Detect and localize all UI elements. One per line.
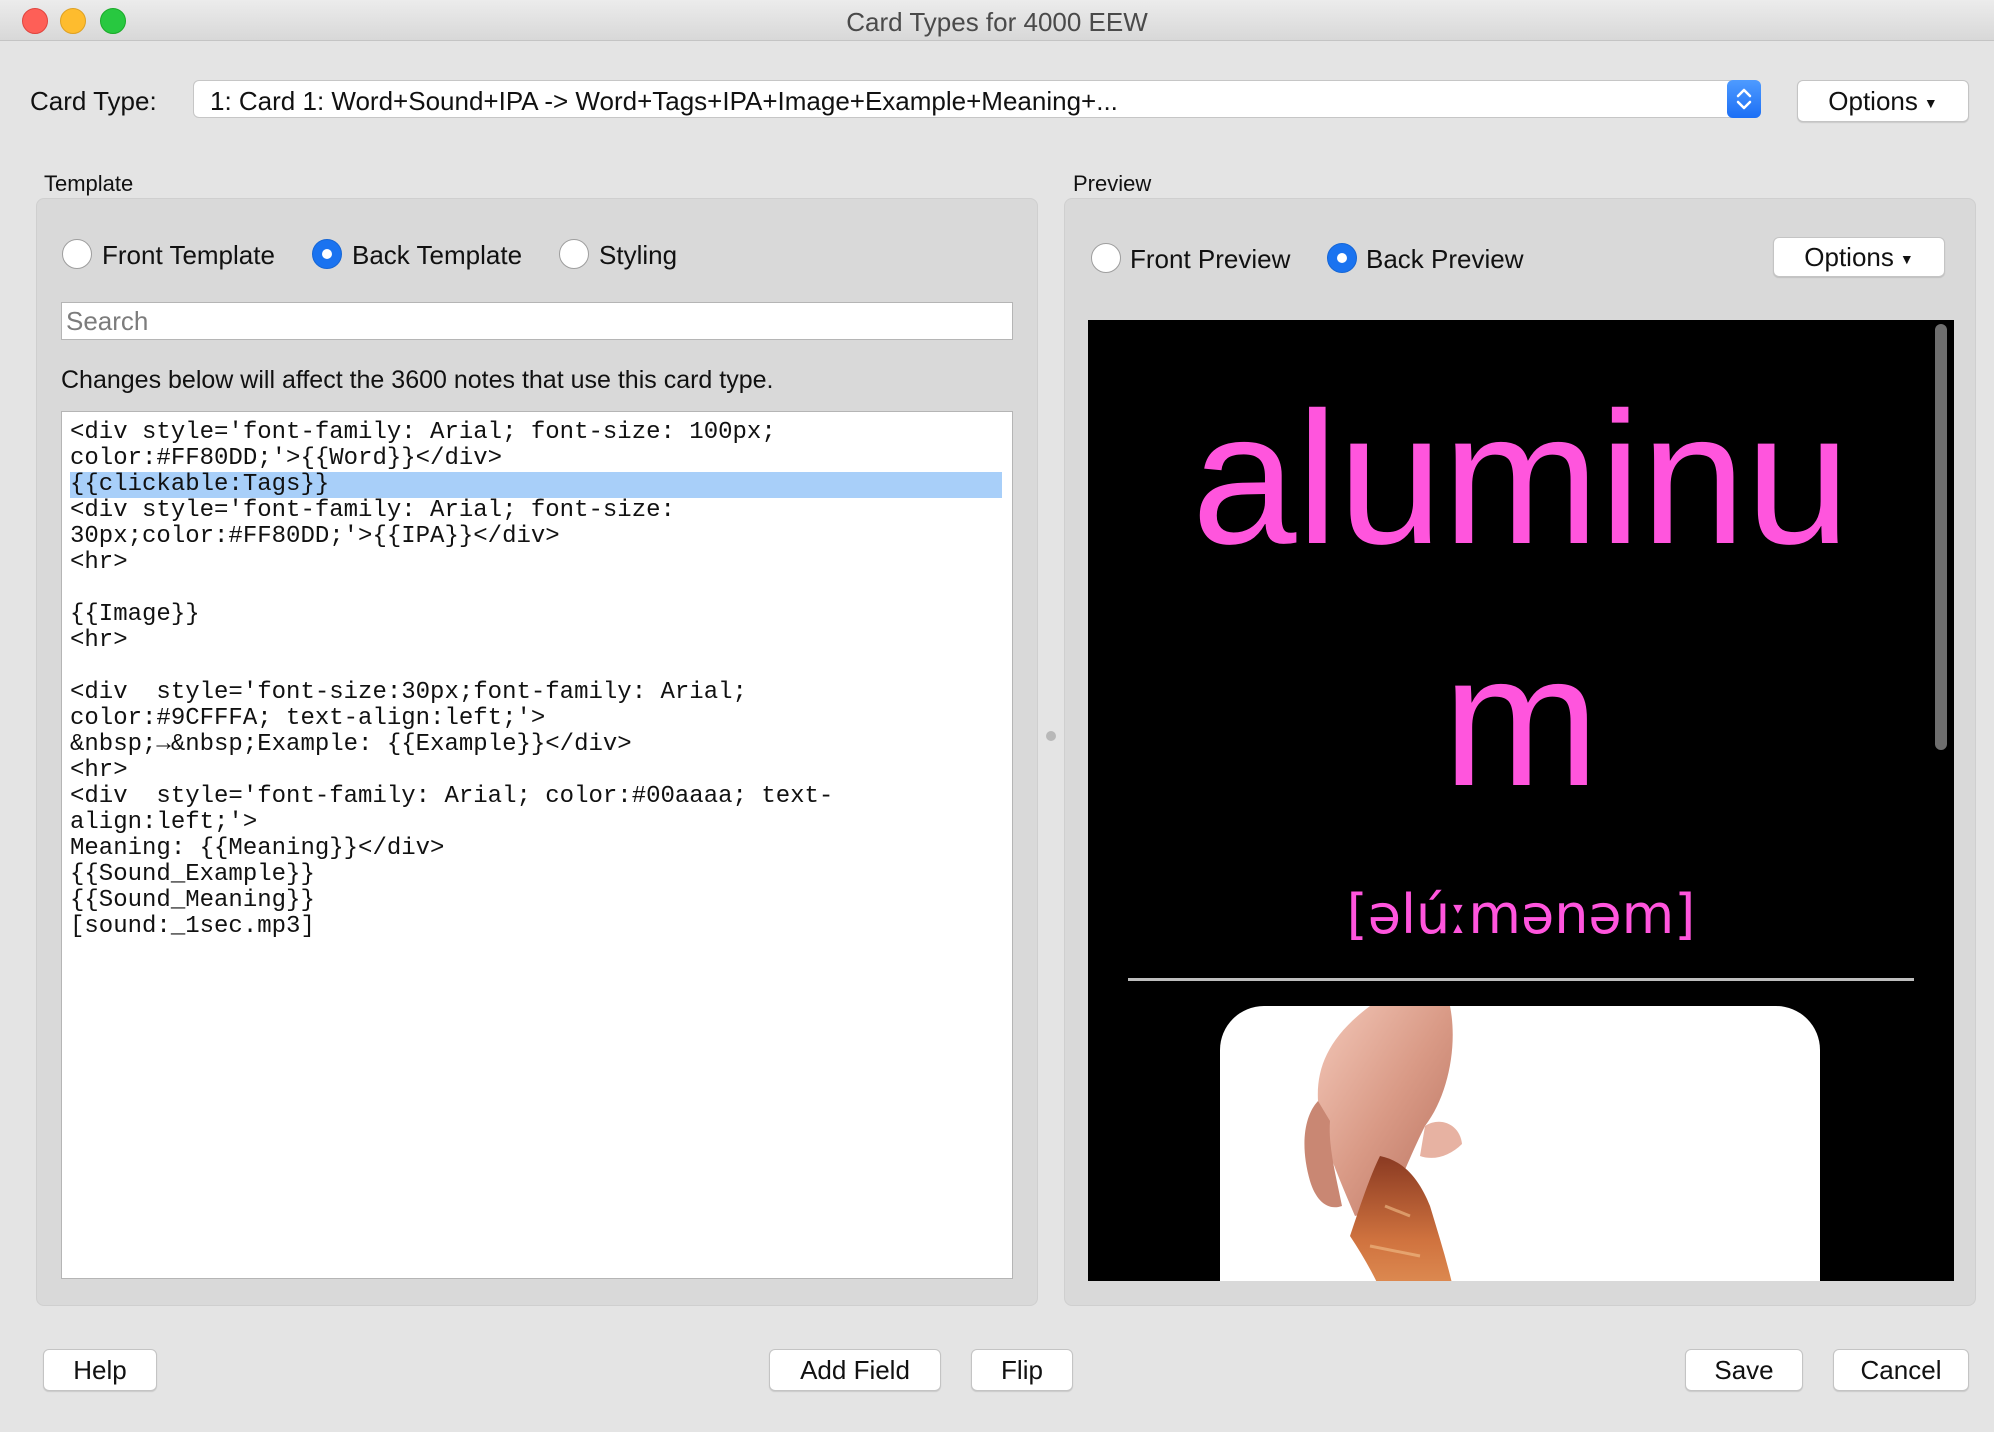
front-template-label[interactable]: Front Template bbox=[102, 240, 275, 271]
back-preview-radio[interactable] bbox=[1327, 243, 1357, 273]
card-preview[interactable]: aluminu m [əlúːmənəm] bbox=[1088, 320, 1954, 1281]
styling-radio[interactable] bbox=[559, 239, 589, 269]
back-template-radio[interactable] bbox=[312, 239, 342, 269]
back-template-label[interactable]: Back Template bbox=[352, 240, 522, 271]
flip-button[interactable]: Flip bbox=[971, 1349, 1073, 1391]
window-title: Card Types for 4000 EEW bbox=[846, 7, 1148, 37]
cancel-button[interactable]: Cancel bbox=[1833, 1349, 1969, 1391]
preview-image bbox=[1220, 1006, 1820, 1281]
card-types-window: Card Types for 4000 EEW Card Type: 1: Ca… bbox=[0, 0, 1994, 1432]
dropdown-caret-icon: ▼ bbox=[1899, 251, 1914, 268]
styling-label[interactable]: Styling bbox=[599, 240, 677, 271]
code-before: <div style='font-family: Arial; font-siz… bbox=[70, 419, 776, 472]
title-bar: Card Types for 4000 EEW bbox=[0, 0, 1994, 41]
options-label: Options bbox=[1804, 242, 1894, 272]
card-type-label: Card Type: bbox=[30, 86, 157, 116]
affected-notes-info: Changes below will affect the 3600 notes… bbox=[61, 366, 774, 394]
preview-options-button[interactable]: Options ▼ bbox=[1773, 237, 1945, 277]
dropdown-caret-icon: ▼ bbox=[1923, 95, 1938, 112]
hand-holding-aluminum-icon bbox=[1304, 1006, 1462, 1281]
options-label: Options bbox=[1828, 86, 1918, 116]
preview-ipa: [əlúːmənəm] bbox=[1346, 883, 1696, 946]
preview-scrollbar-thumb[interactable] bbox=[1935, 324, 1947, 750]
preview-word-line-1: aluminu bbox=[1191, 373, 1851, 583]
code-after: <div style='font-family: Arial; font-siz… bbox=[70, 497, 834, 940]
card-type-selected-value: 1: Card 1: Word+Sound+IPA -> Word+Tags+I… bbox=[210, 86, 1118, 116]
template-code: <div style='font-family: Arial; font-siz… bbox=[70, 420, 1004, 940]
save-button[interactable]: Save bbox=[1685, 1349, 1803, 1391]
card-type-select[interactable]: 1: Card 1: Word+Sound+IPA -> Word+Tags+I… bbox=[193, 80, 1761, 118]
template-code-editor[interactable]: <div style='font-family: Arial; font-siz… bbox=[61, 411, 1013, 1279]
preview-horizontal-rule bbox=[1128, 978, 1914, 981]
template-section-title: Template bbox=[44, 171, 134, 196]
front-preview-radio[interactable] bbox=[1091, 243, 1121, 273]
front-preview-label[interactable]: Front Preview bbox=[1130, 244, 1290, 275]
split-divider-handle[interactable] bbox=[1046, 731, 1056, 741]
template-search-input[interactable] bbox=[61, 302, 1013, 340]
back-preview-label[interactable]: Back Preview bbox=[1366, 244, 1524, 275]
help-button[interactable]: Help bbox=[43, 1349, 157, 1391]
card-type-options-button[interactable]: Options ▼ bbox=[1797, 80, 1969, 122]
preview-section-title: Preview bbox=[1073, 171, 1152, 196]
preview-word-line-2: m bbox=[1442, 615, 1600, 825]
select-arrows-icon bbox=[1727, 80, 1761, 118]
add-field-button[interactable]: Add Field bbox=[769, 1349, 941, 1391]
front-template-radio[interactable] bbox=[62, 239, 92, 269]
code-highlighted-line: {{clickable:Tags}} bbox=[70, 472, 1002, 498]
